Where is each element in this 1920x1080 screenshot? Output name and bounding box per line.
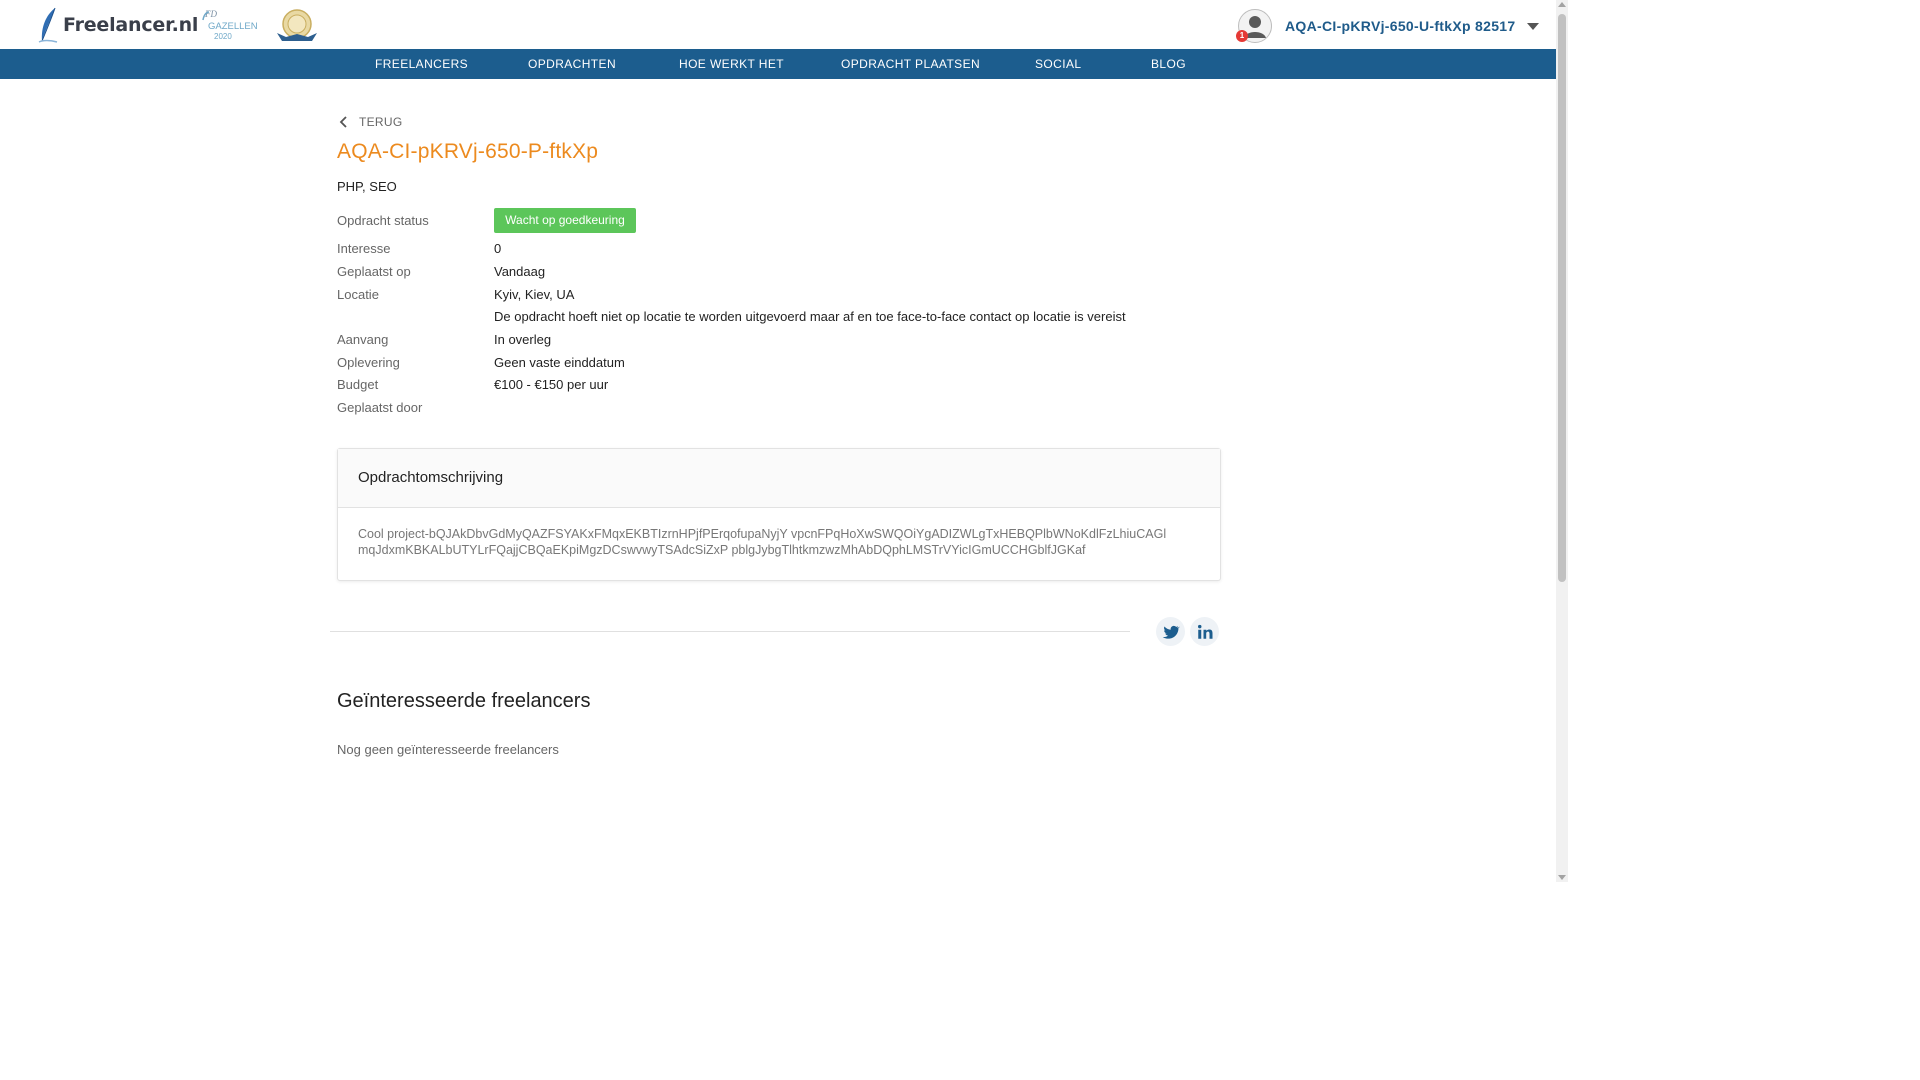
scroll-thumb[interactable] bbox=[1558, 14, 1566, 582]
user-avatar-icon[interactable]: 1 bbox=[1236, 9, 1272, 43]
nav-item-blog[interactable]: BLOG bbox=[1151, 49, 1186, 79]
linkedin-icon bbox=[1197, 624, 1212, 639]
interest-value: 0 bbox=[494, 241, 502, 256]
share-divider bbox=[330, 631, 1130, 632]
status-badge: Wacht op goedkeuring bbox=[494, 208, 636, 233]
scroll-down-arrow-icon[interactable] bbox=[1558, 875, 1566, 880]
gazellen-year-text: 2020 bbox=[214, 32, 232, 41]
page-scrollbar[interactable] bbox=[1556, 0, 1568, 882]
placed-value: Vandaag bbox=[494, 264, 546, 279]
nav-item-hoe-werkt-het[interactable]: HOE WERKT HET bbox=[679, 49, 784, 79]
interested-empty-text: Nog geen geïnteresseerde freelancers bbox=[337, 742, 559, 757]
fd-gazellen-badge: FD GAZELLEN 2020 bbox=[202, 9, 258, 41]
linkedin-share-button[interactable] bbox=[1190, 617, 1219, 646]
delivery-value: Geen vaste einddatum bbox=[494, 355, 625, 370]
twitter-icon bbox=[1162, 625, 1180, 639]
nav-item-opdrachten[interactable]: OPDRACHTEN bbox=[528, 49, 616, 79]
nav-item-freelancers[interactable]: FREELANCERS bbox=[375, 49, 468, 79]
user-menu[interactable]: 1 AQA-CI-pKRVj-650-U-ftkXp 82517 bbox=[1236, 8, 1540, 44]
start-value: In overleg bbox=[494, 332, 552, 347]
main-navbar: FREELANCERS OPDRACHTEN HOE WERKT HET OPD… bbox=[0, 49, 1556, 79]
description-card: Opdrachtomschrijving Cool project-bQJAkD… bbox=[337, 448, 1221, 581]
description-body: Cool project-bQJAkDbvGdMyQAZFSYAKxFMqxEK… bbox=[358, 527, 1167, 557]
interested-freelancers-title: Geïnteresseerde freelancers bbox=[337, 690, 591, 712]
budget-label: Budget bbox=[337, 377, 379, 392]
delivery-label: Oplevering bbox=[337, 355, 400, 370]
notification-count-badge: 1 bbox=[1236, 30, 1248, 42]
gazellen-name-text: GAZELLEN bbox=[208, 21, 258, 32]
placed-by-label: Geplaatst door bbox=[337, 400, 423, 415]
twitter-share-button[interactable] bbox=[1156, 617, 1185, 646]
placed-label: Geplaatst op bbox=[337, 264, 411, 279]
back-link[interactable]: TERUG bbox=[337, 113, 403, 131]
start-label: Aanvang bbox=[337, 332, 389, 347]
logo-text: Freelancer.nl bbox=[63, 14, 199, 36]
location-label: Locatie bbox=[337, 287, 379, 302]
top-header: Freelancer.nl FD GAZELLEN 2020 1 AQA-CI-… bbox=[0, 0, 1556, 49]
scroll-up-arrow-icon[interactable] bbox=[1558, 2, 1566, 7]
budget-value: €100 - €150 per uur bbox=[494, 377, 609, 392]
feather-logo-icon bbox=[38, 7, 58, 43]
location-note: De opdracht hoeft niet op locatie te wor… bbox=[494, 309, 1126, 324]
award-seal-icon bbox=[277, 9, 317, 41]
back-label: TERUG bbox=[359, 115, 403, 129]
project-skills: PHP, SEO bbox=[337, 179, 397, 194]
project-title: AQA-CI-pKRVj-650-P-ftkXp bbox=[337, 140, 599, 163]
chevron-left-icon bbox=[339, 116, 347, 128]
location-value: Kyiv, Kiev, UA bbox=[494, 287, 575, 302]
nav-item-social[interactable]: SOCIAL bbox=[1035, 49, 1081, 79]
caret-down-icon[interactable] bbox=[1527, 22, 1540, 30]
nav-item-opdracht-plaatsen[interactable]: OPDRACHT PLAATSEN bbox=[841, 49, 980, 79]
status-label: Opdracht status bbox=[337, 213, 429, 228]
freelancer-logo[interactable]: Freelancer.nl bbox=[38, 6, 198, 44]
username-label[interactable]: AQA-CI-pKRVj-650-U-ftkXp 82517 bbox=[1285, 18, 1515, 34]
interest-label: Interesse bbox=[337, 241, 391, 256]
description-title: Opdrachtomschrijving bbox=[358, 469, 504, 486]
